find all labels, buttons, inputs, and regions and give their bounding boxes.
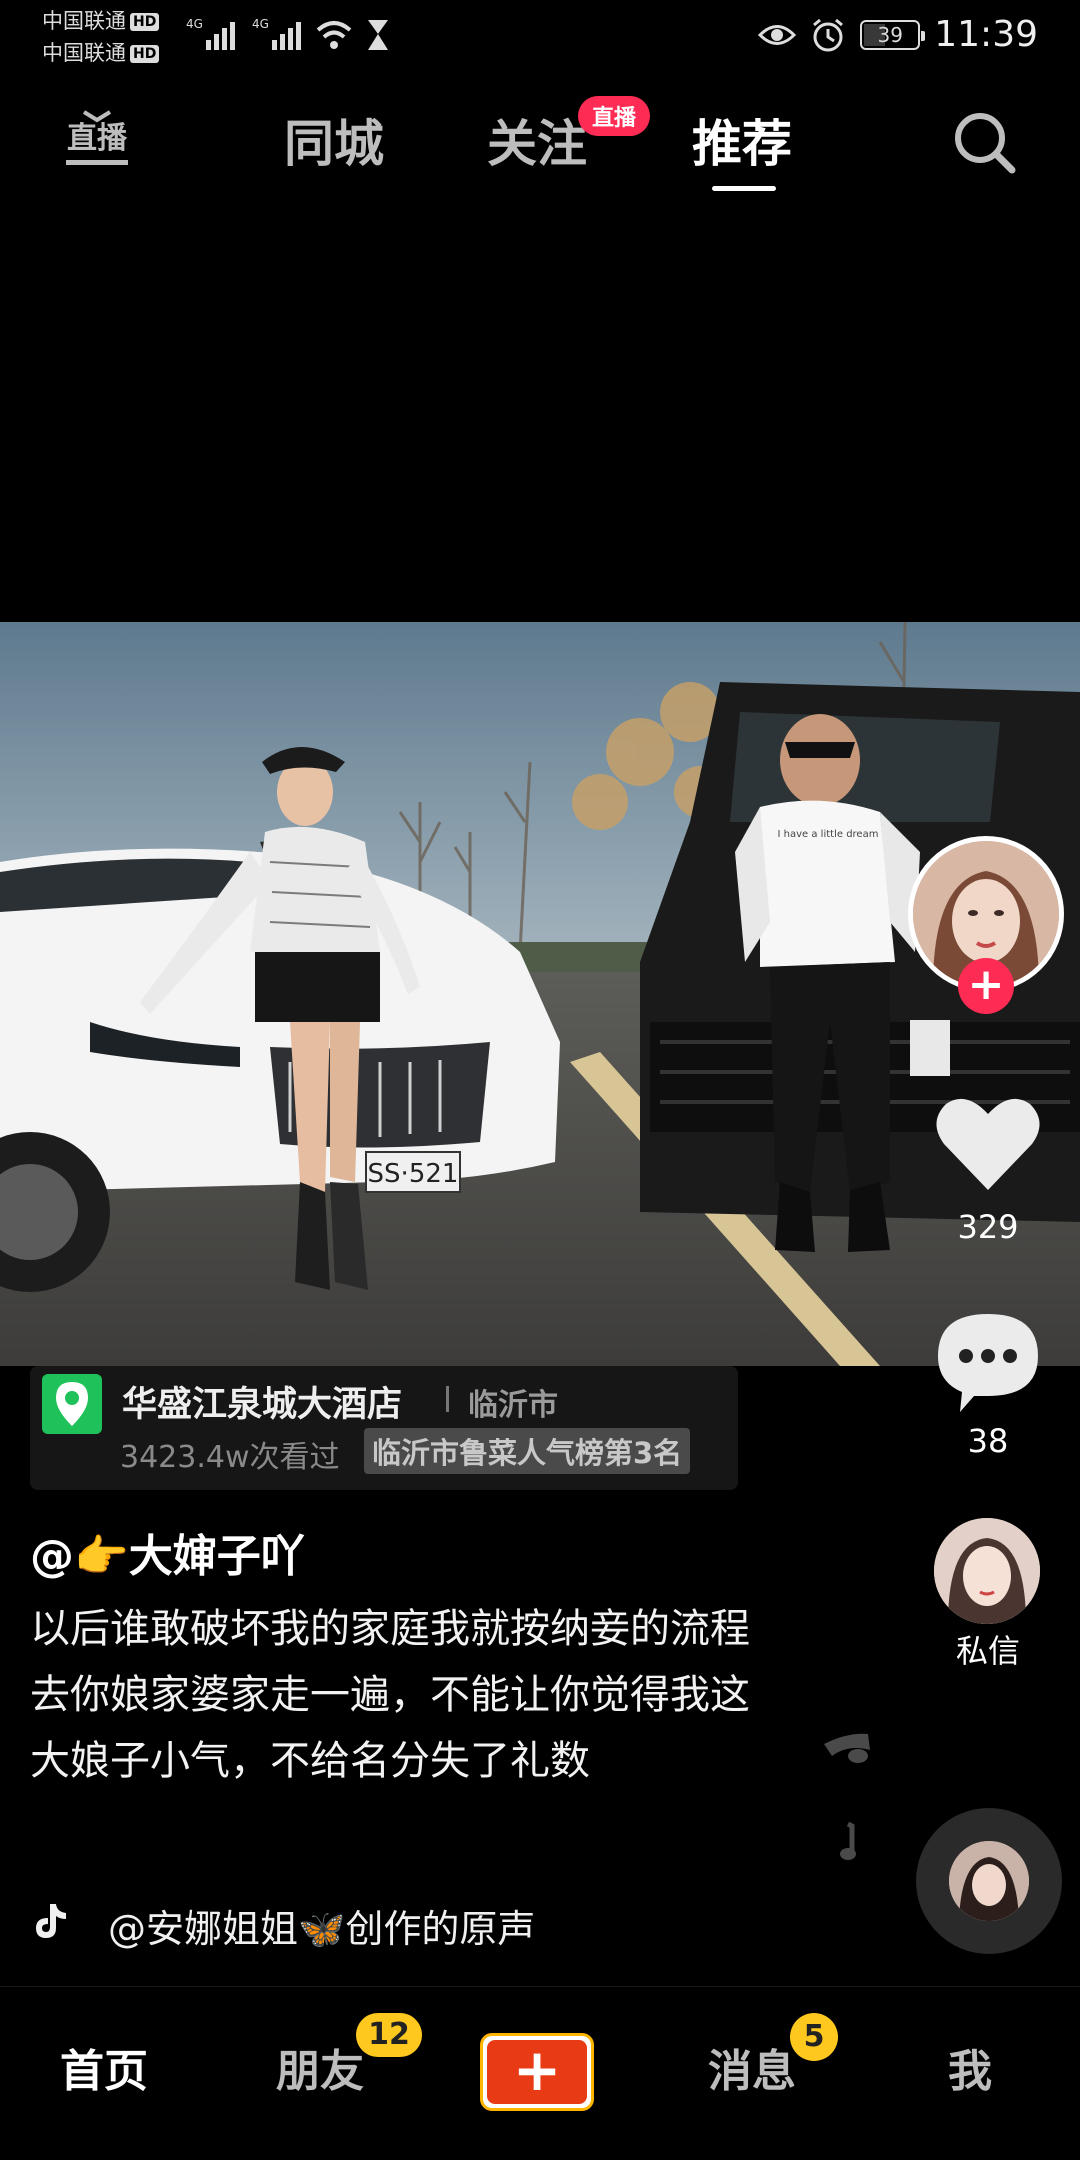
hourglass-icon — [368, 20, 388, 50]
music-title[interactable]: @安娜姐姐🦋创作的原声 — [108, 1898, 535, 1953]
messages-badge: 5 — [790, 2013, 838, 2061]
nav-me[interactable]: 我 — [948, 2035, 992, 2099]
active-tab-indicator — [712, 186, 776, 191]
location-views: 3423.4w次看过 — [120, 1440, 340, 1475]
location-city: 临沂市 — [468, 1388, 558, 1423]
signal-icon: 4G — [252, 17, 301, 50]
live-badge: 直播 — [578, 96, 651, 136]
alarm-icon — [813, 18, 844, 51]
comment-count: 38 — [967, 1422, 1009, 1460]
live-tv-icon[interactable]: 直播 — [62, 104, 132, 172]
location-name: 华盛江泉城大酒店 — [122, 1385, 403, 1425]
svg-text:SS·521: SS·521 — [368, 1159, 459, 1189]
music-cover-image — [949, 1841, 1029, 1921]
battery-indicator: 39 — [860, 19, 926, 50]
clock: 11:39 — [934, 14, 1038, 55]
like-count: 329 — [957, 1208, 1019, 1246]
signal-icon: 4G — [186, 17, 235, 50]
carrier-2: 中国联通 HD — [42, 40, 160, 66]
carrier-1: 中国联通 HD — [42, 8, 160, 34]
create-post-button[interactable]: + — [480, 2033, 594, 2111]
eye-icon — [758, 24, 797, 45]
direct-message-avatar[interactable] — [934, 1518, 1040, 1624]
music-disc[interactable] — [916, 1808, 1062, 1954]
svg-text:I have a little dream: I have a little dream — [778, 829, 879, 840]
location-divider — [446, 1386, 449, 1412]
nav-friends[interactable]: 朋友 — [276, 2035, 364, 2099]
location-card[interactable]: 华盛江泉城大酒店 临沂市 3423.4w次看过 临沂市鲁菜人气榜第3名 — [30, 1366, 738, 1490]
follow-plus-button[interactable]: + — [958, 958, 1014, 1014]
post-caption: 以后谁敢破坏我的家庭我就按纳妾的流程去你娘家婆家走一遍，不能让你觉得我这大娘子小… — [30, 1606, 750, 1784]
status-bar: 中国联通 HD 中国联通 HD 4G 4G 39 11:39 — [0, 0, 1080, 72]
location-rank-badge: 临沂市鲁菜人气榜第3名 — [364, 1428, 691, 1474]
bottom-nav: 首页 朋友 12 + 消息 5 我 — [0, 1986, 1080, 2160]
author-handle[interactable]: @👉大婶子吖 — [30, 1520, 305, 1584]
svg-text:直播: 直播 — [67, 121, 128, 156]
svg-text:4G: 4G — [186, 17, 203, 31]
music-disc-cover — [949, 1841, 1029, 1921]
location-pin-icon — [42, 1374, 102, 1434]
comment-icon[interactable] — [934, 1310, 1042, 1414]
nav-messages[interactable]: 消息 — [708, 2035, 796, 2099]
video-frame: SS·521 I have a little dream — [0, 622, 1080, 1366]
direct-message-label[interactable]: 私信 — [908, 1626, 1068, 1672]
wifi-icon — [316, 21, 352, 49]
plus-icon: + — [512, 2036, 562, 2104]
tab-following[interactable]: 关注 — [487, 104, 587, 176]
dm-avatar-image — [934, 1518, 1040, 1624]
top-nav: 直播 同城 关注 直播 推荐 — [0, 90, 1080, 200]
search-icon[interactable] — [952, 110, 1018, 176]
friends-badge: 12 — [356, 2013, 422, 2057]
heart-icon[interactable] — [934, 1094, 1042, 1194]
music-notes-icon — [824, 1733, 870, 1860]
tab-nearby[interactable]: 同城 — [284, 104, 384, 176]
tab-recommended[interactable]: 推荐 — [692, 104, 792, 176]
video-player[interactable]: SS·521 I have a little dream — [0, 622, 1080, 1366]
svg-text:4G: 4G — [252, 17, 269, 31]
tiktok-music-icon — [36, 1904, 66, 1938]
nav-home[interactable]: 首页 — [60, 2035, 148, 2099]
